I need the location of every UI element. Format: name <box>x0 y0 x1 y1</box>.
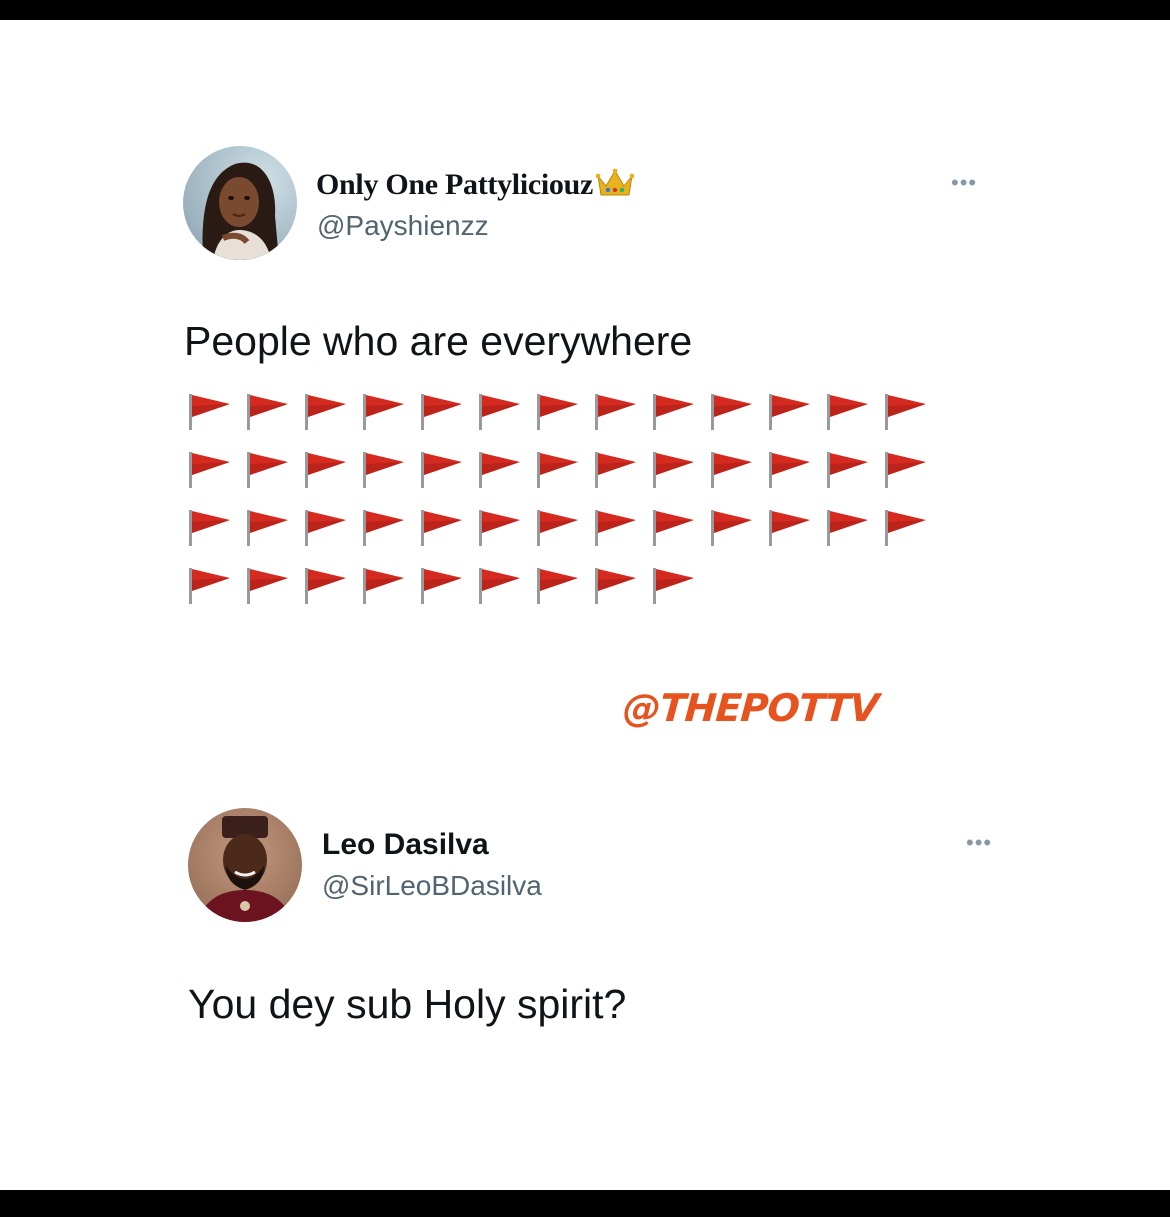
triangular-flag-icon <box>824 502 882 560</box>
flag-row <box>186 386 946 444</box>
triangular-flag-icon <box>882 502 940 560</box>
triangular-flag-icon <box>186 386 244 444</box>
triangular-flag-icon <box>244 444 302 502</box>
triangular-flag-icon <box>476 386 534 444</box>
bottom-black-bar <box>0 1190 1170 1217</box>
triangular-flag-icon <box>186 444 244 502</box>
triangular-flag-icon <box>360 386 418 444</box>
triangular-flag-icon <box>360 444 418 502</box>
triangular-flag-icon <box>418 444 476 502</box>
more-dots-icon[interactable]: ••• <box>966 830 992 856</box>
avatar[interactable] <box>188 808 302 922</box>
triangular-flag-icon <box>766 444 824 502</box>
display-name-text: Only One Pattyliciouz <box>316 168 594 201</box>
triangular-flag-icon <box>186 560 244 618</box>
triangular-flag-icon <box>592 444 650 502</box>
triangular-flag-icon <box>476 444 534 502</box>
triangular-flag-icon <box>534 444 592 502</box>
flag-emoji-grid <box>186 386 946 618</box>
tweet-text: You dey sub Holy spirit? <box>188 981 627 1027</box>
top-black-bar <box>0 0 1170 20</box>
tweet-text: People who are everywhere <box>184 318 693 364</box>
triangular-flag-icon <box>882 444 940 502</box>
triangular-flag-icon <box>534 386 592 444</box>
triangular-flag-icon <box>766 502 824 560</box>
triangular-flag-icon <box>360 502 418 560</box>
triangular-flag-icon <box>708 502 766 560</box>
handle[interactable]: @Payshienzz <box>317 210 489 242</box>
triangular-flag-icon <box>186 502 244 560</box>
triangular-flag-icon <box>824 444 882 502</box>
triangular-flag-icon <box>650 560 708 618</box>
triangular-flag-icon <box>592 502 650 560</box>
triangular-flag-icon <box>302 502 360 560</box>
triangular-flag-icon <box>824 386 882 444</box>
triangular-flag-icon <box>418 560 476 618</box>
triangular-flag-icon <box>476 502 534 560</box>
triangular-flag-icon <box>244 560 302 618</box>
avatar[interactable] <box>183 146 297 260</box>
triangular-flag-icon <box>708 444 766 502</box>
triangular-flag-icon <box>302 444 360 502</box>
triangular-flag-icon <box>418 502 476 560</box>
triangular-flag-icon <box>650 502 708 560</box>
triangular-flag-icon <box>650 444 708 502</box>
handle[interactable]: @SirLeoBDasilva <box>322 870 542 902</box>
flag-row <box>186 444 946 502</box>
flag-row <box>186 560 946 618</box>
triangular-flag-icon <box>592 560 650 618</box>
crown-emoji-icon <box>595 168 635 206</box>
flag-row <box>186 502 946 560</box>
display-name[interactable]: Only One Pattyliciouz <box>316 168 635 206</box>
triangular-flag-icon <box>766 386 824 444</box>
more-dots-icon[interactable]: ••• <box>951 170 977 196</box>
triangular-flag-icon <box>244 386 302 444</box>
triangular-flag-icon <box>302 386 360 444</box>
triangular-flag-icon <box>650 386 708 444</box>
display-name[interactable]: Leo Dasilva <box>322 828 489 862</box>
triangular-flag-icon <box>882 386 940 444</box>
triangular-flag-icon <box>476 560 534 618</box>
triangular-flag-icon <box>302 560 360 618</box>
triangular-flag-icon <box>708 386 766 444</box>
watermark: @THEPOTTV <box>621 686 880 730</box>
triangular-flag-icon <box>534 502 592 560</box>
triangular-flag-icon <box>592 386 650 444</box>
triangular-flag-icon <box>360 560 418 618</box>
triangular-flag-icon <box>534 560 592 618</box>
triangular-flag-icon <box>418 386 476 444</box>
triangular-flag-icon <box>244 502 302 560</box>
